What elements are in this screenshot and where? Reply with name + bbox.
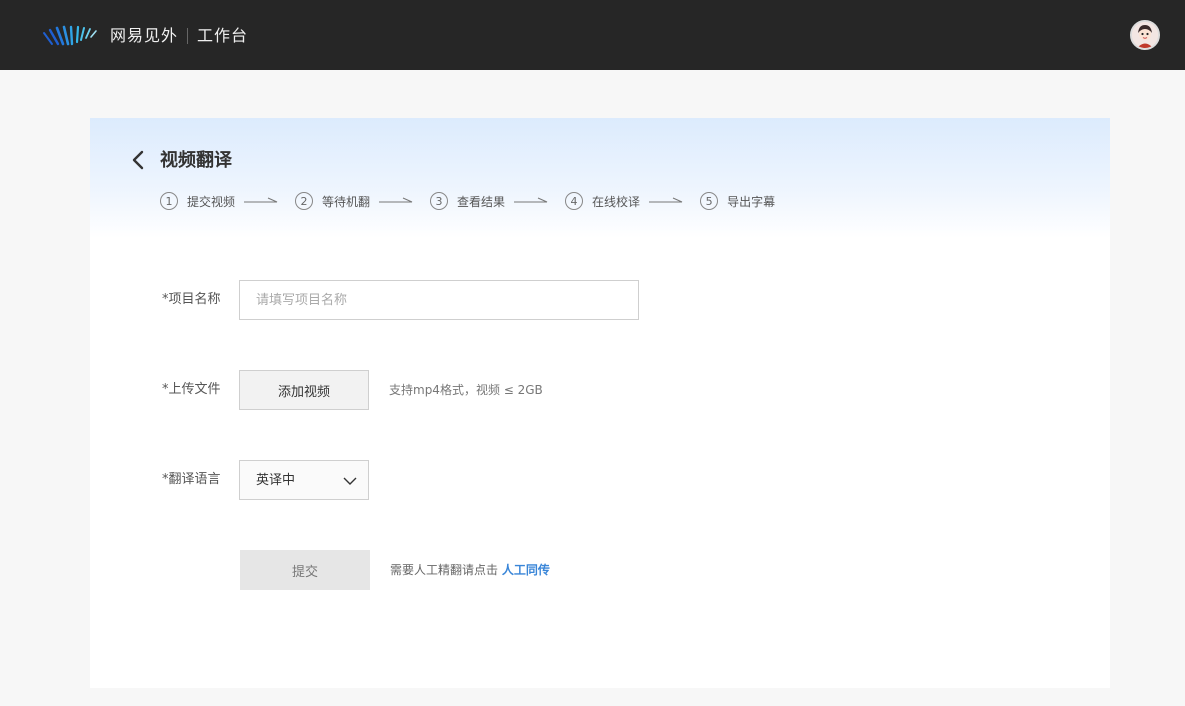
language-select[interactable]: 英译中 — [239, 460, 369, 500]
card-header: 视频翻译 1 提交视频 2 等待机翻 3 查看结果 4 在线校译 5 导出字幕 — [90, 118, 1110, 238]
progress-steps: 1 提交视频 2 等待机翻 3 查看结果 4 在线校译 5 导出字幕 — [160, 190, 775, 212]
step-2: 2 等待机翻 — [295, 190, 430, 212]
step-number: 4 — [565, 192, 584, 210]
translation-card: 视频翻译 1 提交视频 2 等待机翻 3 查看结果 4 在线校译 5 导出字幕 … — [90, 118, 1110, 688]
language-label: *翻译语言 — [162, 472, 221, 487]
submit-button[interactable]: 提交 — [240, 550, 370, 590]
arrow-right-icon — [514, 197, 548, 203]
arrow-right-icon — [649, 197, 683, 203]
step-label: 导出字幕 — [727, 194, 776, 209]
brand-name: 网易见外 — [110, 26, 179, 45]
step-number: 1 — [160, 192, 178, 210]
step-label: 等待机翻 — [322, 194, 371, 209]
step-number: 3 — [430, 192, 449, 210]
user-avatar-icon[interactable] — [1130, 20, 1160, 50]
step-label: 提交视频 — [187, 194, 236, 209]
step-label: 查看结果 — [457, 194, 506, 209]
upload-file-label: *上传文件 — [162, 382, 221, 397]
step-4: 4 在线校译 — [565, 190, 700, 212]
add-video-button[interactable]: 添加视频 — [239, 370, 369, 410]
step-1: 1 提交视频 — [160, 190, 295, 212]
step-label: 在线校译 — [592, 194, 641, 209]
human-interpretation-link[interactable]: 人工同传 — [502, 563, 550, 577]
arrow-right-icon — [244, 197, 278, 203]
step-5: 5 导出字幕 — [700, 190, 775, 212]
step-number: 5 — [700, 192, 719, 210]
submit-hint-text: 需要人工精翻请点击 — [390, 563, 499, 577]
step-3: 3 查看结果 — [430, 190, 565, 212]
project-name-label: *项目名称 — [162, 292, 221, 307]
workspace-title[interactable]: 工作台 — [197, 25, 248, 47]
step-number: 2 — [295, 192, 314, 210]
arrow-right-icon — [379, 197, 413, 203]
brand-divider — [187, 28, 188, 44]
submit-hint: 需要人工精翻请点击 人工同传 — [390, 560, 550, 580]
project-name-input[interactable] — [239, 280, 639, 320]
wave-logo-icon[interactable] — [42, 24, 102, 48]
upload-hint: 支持mp4格式，视频 ≤ 2GB — [389, 383, 543, 397]
page-title: 视频翻译 — [160, 150, 232, 171]
top-bar: 网易见外 工作台 — [0, 0, 1185, 70]
language-selected-value: 英译中 — [256, 473, 296, 488]
chevron-down-icon — [343, 477, 357, 485]
chevron-left-icon[interactable] — [130, 149, 146, 171]
